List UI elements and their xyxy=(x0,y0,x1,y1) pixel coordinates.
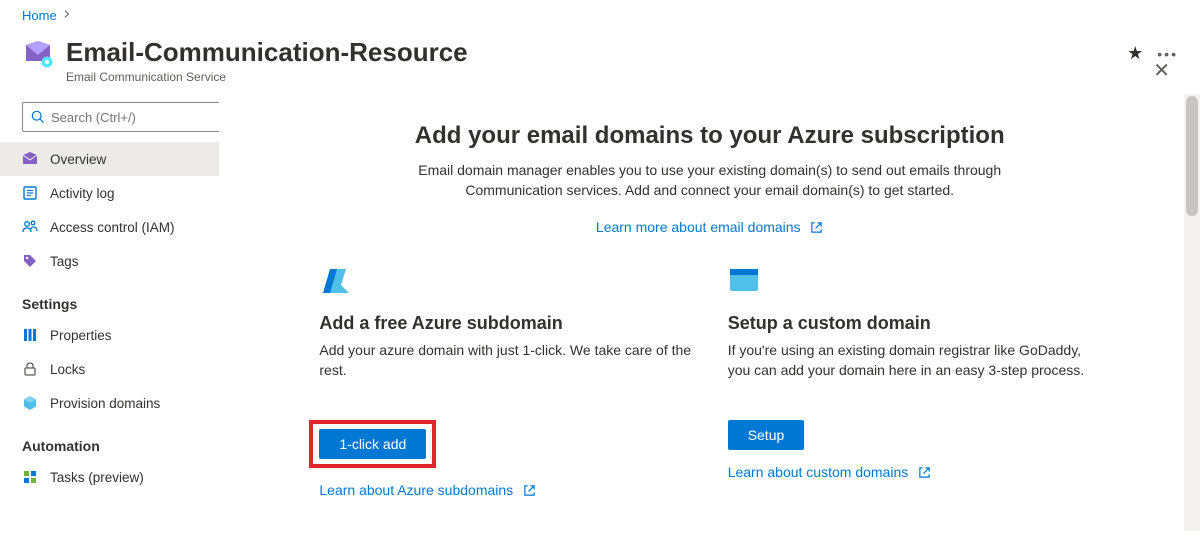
activity-log-icon xyxy=(22,185,38,201)
main-content: Add your email domains to your Azure sub… xyxy=(219,94,1200,531)
external-link-icon xyxy=(918,466,931,482)
main-subheading: Email domain manager enables you to use … xyxy=(370,160,1050,201)
sidebar-item-access-control[interactable]: Access control (IAM) xyxy=(0,210,219,244)
sidebar-item-properties[interactable]: Properties xyxy=(0,318,219,352)
main-heading: Add your email domains to your Azure sub… xyxy=(249,122,1170,150)
email-service-icon xyxy=(22,37,54,72)
external-link-icon xyxy=(523,484,536,500)
chevron-right-icon xyxy=(63,10,71,21)
azure-logo-icon xyxy=(319,265,691,303)
breadcrumb-home[interactable]: Home xyxy=(22,8,57,23)
card-title: Add a free Azure subdomain xyxy=(319,313,691,334)
favorite-star-icon[interactable]: ★ xyxy=(1127,43,1143,64)
learn-azure-subdomains-link[interactable]: Learn about Azure subdomains xyxy=(319,482,536,498)
sidebar-section-settings: Settings xyxy=(0,278,219,318)
external-link-icon xyxy=(810,221,823,237)
sidebar-item-label: Overview xyxy=(50,152,106,167)
provision-domains-icon xyxy=(22,395,38,411)
card-title: Setup a custom domain xyxy=(728,313,1100,334)
highlight-box: 1-click add xyxy=(309,420,436,468)
close-icon[interactable]: ✕ xyxy=(1153,58,1170,83)
resource-header: Email-Communication-Resource Email Commu… xyxy=(0,27,1200,94)
sidebar-item-label: Provision domains xyxy=(50,396,160,411)
sidebar-item-label: Tasks (preview) xyxy=(50,470,144,485)
lock-icon xyxy=(22,361,38,377)
page-subtitle: Email Communication Service xyxy=(66,70,1103,84)
sidebar-item-tasks[interactable]: Tasks (preview) xyxy=(0,460,219,494)
sidebar-item-label: Tags xyxy=(50,254,79,269)
breadcrumb: Home xyxy=(0,0,1200,27)
card-description: Add your azure domain with just 1-click.… xyxy=(319,340,691,400)
card-custom-domain: Setup a custom domain If you're using an… xyxy=(728,265,1100,500)
scrollbar-thumb[interactable] xyxy=(1186,96,1198,216)
tag-icon xyxy=(22,253,38,269)
access-control-icon xyxy=(22,219,38,235)
sidebar-item-tags[interactable]: Tags xyxy=(0,244,219,278)
setup-custom-domain-button[interactable]: Setup xyxy=(728,420,805,450)
tasks-icon xyxy=(22,469,38,485)
sidebar-item-label: Access control (IAM) xyxy=(50,220,175,235)
sidebar-item-label: Locks xyxy=(50,362,85,377)
scrollbar[interactable] xyxy=(1184,94,1200,531)
sidebar-item-locks[interactable]: Locks xyxy=(0,352,219,386)
sidebar-item-activity-log[interactable]: Activity log xyxy=(0,176,219,210)
email-icon xyxy=(22,151,38,167)
sidebar-item-overview[interactable]: Overview xyxy=(0,142,219,176)
card-description: If you're using an existing domain regis… xyxy=(728,340,1100,400)
sidebar-search[interactable] xyxy=(22,102,219,132)
sidebar: Overview Activity log Access control (IA… xyxy=(0,94,219,531)
page-title: Email-Communication-Resource xyxy=(66,37,1103,68)
search-icon xyxy=(31,110,45,124)
sidebar-section-automation: Automation xyxy=(0,420,219,460)
one-click-add-button[interactable]: 1-click add xyxy=(319,429,426,459)
learn-more-email-domains-link[interactable]: Learn more about email domains xyxy=(596,219,824,235)
folder-icon xyxy=(728,265,1100,303)
card-azure-subdomain: Add a free Azure subdomain Add your azur… xyxy=(319,265,691,500)
sidebar-item-label: Activity log xyxy=(50,186,115,201)
sidebar-item-label: Properties xyxy=(50,328,112,343)
learn-custom-domains-link[interactable]: Learn about custom domains xyxy=(728,464,931,480)
search-input[interactable] xyxy=(51,110,219,125)
properties-icon xyxy=(22,327,38,343)
sidebar-item-provision-domains[interactable]: Provision domains xyxy=(0,386,219,420)
